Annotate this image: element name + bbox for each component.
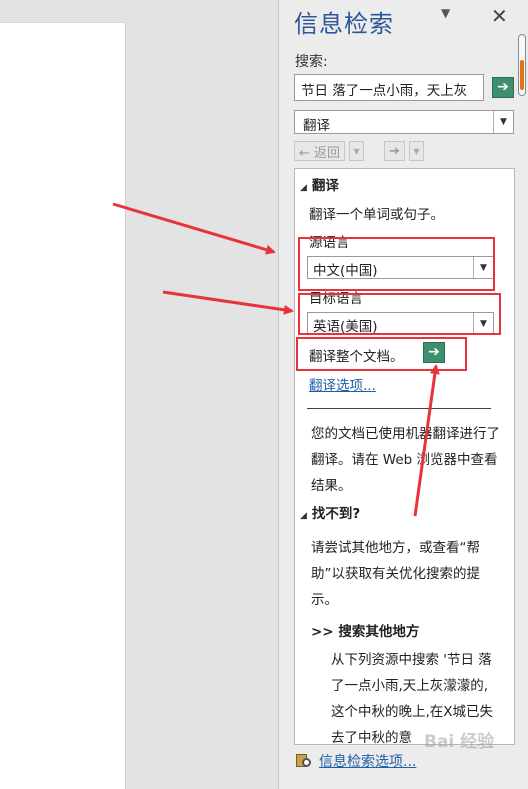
translation-notice: 您的文档已使用机器翻译进行了翻译。请在 Web 浏览器中查看结果。	[311, 426, 500, 494]
translate-header-label: 翻译	[311, 178, 339, 194]
pane-title: 信息检索	[294, 10, 394, 38]
chevron-down-icon[interactable]: ▼	[493, 111, 513, 133]
close-icon[interactable]: ✕	[491, 4, 508, 28]
source-language-select[interactable]: 中文(中国) ▼	[307, 256, 494, 279]
search-input[interactable]: 节日 落了一点小雨，天上灰	[294, 74, 484, 101]
service-select[interactable]: 翻译 ▼	[294, 110, 514, 134]
search-other-places-header[interactable]: >> 搜索其他地方	[311, 620, 419, 640]
back-history-dropdown-icon[interactable]: ▼	[349, 141, 365, 161]
research-options-icon	[294, 751, 314, 771]
navigation-bar: ← 返回 ▼ ➔ ▼	[294, 141, 424, 161]
chevron-down-icon[interactable]: ▼	[473, 313, 493, 334]
target-language-select[interactable]: 英语(美国) ▼	[307, 312, 494, 335]
pane-options-dropdown-icon[interactable]: ▼	[441, 6, 450, 20]
not-found-section-header[interactable]: ◢ 找不到?	[300, 502, 360, 522]
search-label: 搜索:	[295, 54, 328, 70]
target-language-label: 目标语言	[309, 291, 363, 307]
start-search-button[interactable]: ➔	[492, 77, 514, 98]
not-found-header-label: 找不到?	[311, 506, 361, 522]
translate-document-label: 翻译整个文档。	[309, 349, 404, 365]
research-options-link[interactable]: 信息检索选项...	[319, 751, 416, 771]
translate-section-header[interactable]: ◢ 翻译	[300, 174, 339, 194]
results-panel: ◢ 翻译 翻译一个单词或句子。 源语言 中文(中国) ▼ 目标语言 英语(美国) …	[294, 168, 515, 745]
collapse-triangle-icon[interactable]: ◢	[300, 511, 307, 521]
translation-options-link[interactable]: 翻译选项...	[309, 374, 376, 394]
pane-scrollbar[interactable]	[516, 32, 528, 98]
not-found-text: 请尝试其他地方，或查看“帮助”以获取有关优化搜索的提示。	[311, 540, 480, 608]
watermark: Bai 经验	[424, 732, 495, 752]
back-button[interactable]: ← 返回	[294, 141, 346, 161]
pane-footer: 信息检索选项...	[294, 751, 416, 771]
translate-description: 翻译一个单词或句子。	[309, 207, 444, 223]
target-language-value: 英语(美国)	[313, 319, 378, 335]
source-language-value: 中文(中国)	[313, 263, 378, 279]
chevron-down-icon[interactable]: ▼	[473, 257, 493, 278]
source-language-label: 源语言	[309, 235, 350, 251]
forward-button[interactable]: ➔	[384, 141, 405, 161]
service-select-value: 翻译	[303, 118, 330, 134]
scrollbar-thumb[interactable]	[518, 34, 526, 96]
document-area	[0, 0, 278, 789]
divider	[307, 408, 491, 409]
document-page[interactable]	[0, 22, 126, 789]
research-pane: 信息检索 ▼ ✕ 搜索: 节日 落了一点小雨，天上灰 ➔ 翻译 ▼ ← 返回 ▼…	[278, 0, 528, 789]
translate-document-button[interactable]: ➔	[423, 342, 445, 363]
collapse-triangle-icon[interactable]: ◢	[300, 183, 307, 193]
forward-history-dropdown-icon[interactable]: ▼	[408, 141, 424, 161]
